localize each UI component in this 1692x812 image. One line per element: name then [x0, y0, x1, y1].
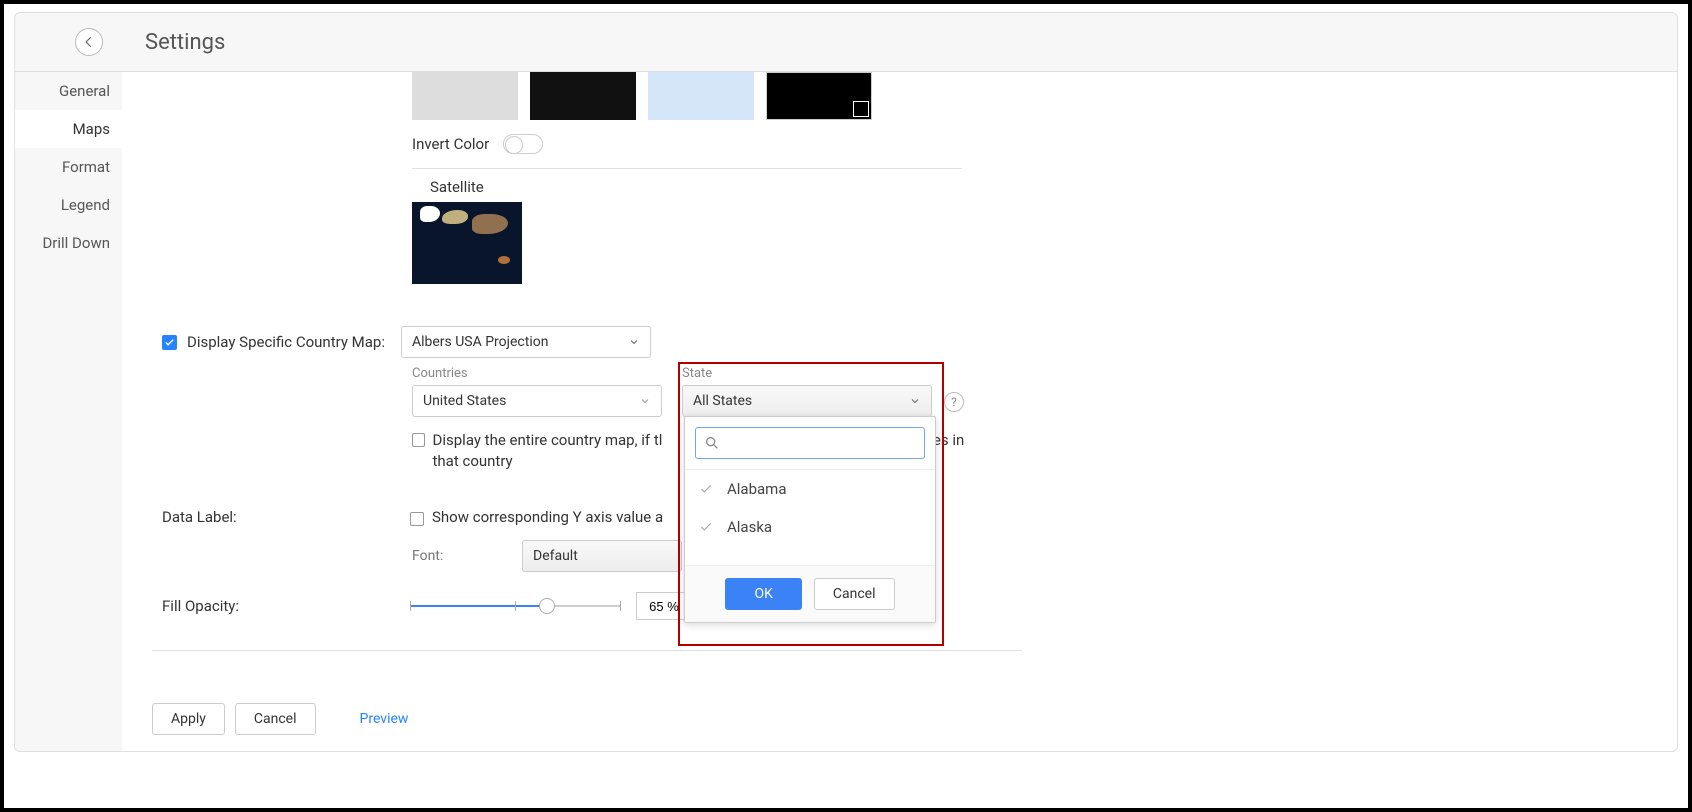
footer: Apply Cancel Preview	[152, 703, 426, 735]
countries-value: United States	[423, 393, 506, 409]
preview-link[interactable]: Preview	[342, 703, 427, 735]
font-value: Default	[533, 548, 578, 564]
divider	[152, 650, 1022, 651]
sidebar-item-maps[interactable]: Maps	[15, 110, 122, 148]
sidebar-item-legend[interactable]: Legend	[15, 186, 122, 224]
show-y-axis-label: Show corresponding Y axis value a	[432, 508, 663, 526]
state-dropdown: Alabama Alaska OK Cancel	[684, 416, 936, 623]
fill-opacity-title: Fill Opacity:	[162, 597, 410, 615]
data-label-title: Data Label:	[162, 508, 410, 526]
satellite-thumbnail[interactable]	[412, 202, 522, 284]
chevron-down-icon	[628, 336, 640, 348]
chevron-down-icon	[639, 395, 651, 407]
sidebar-item-format[interactable]: Format	[15, 148, 122, 186]
header: Settings	[14, 12, 1678, 72]
state-option-alaska[interactable]: Alaska	[685, 508, 935, 546]
dropdown-cancel-button[interactable]: Cancel	[814, 578, 895, 610]
theme-light-gray[interactable]	[412, 72, 518, 120]
search-icon	[704, 435, 720, 451]
show-y-axis-checkbox[interactable]	[410, 512, 424, 526]
invert-color-toggle[interactable]	[503, 134, 543, 154]
fill-opacity-slider[interactable]	[410, 596, 620, 616]
countries-label: Countries	[412, 366, 662, 381]
font-select[interactable]: Default	[522, 540, 682, 572]
state-label: State	[682, 366, 932, 381]
sidebar-item-general[interactable]: General	[15, 72, 122, 110]
help-icon[interactable]: ?	[944, 392, 964, 412]
state-value: All States	[693, 393, 752, 409]
theme-thumbnails	[412, 72, 872, 120]
state-option-label: Alabama	[727, 480, 787, 498]
satellite-block: Satellite	[412, 178, 522, 284]
state-option-alabama[interactable]: Alabama	[685, 470, 935, 508]
state-option-list[interactable]: Alabama Alaska	[685, 469, 935, 565]
display-specific-country-row: Display Specific Country Map: Albers USA…	[162, 326, 651, 358]
data-label-row: Data Label: Show corresponding Y axis va…	[162, 508, 663, 526]
satellite-label: Satellite	[430, 178, 522, 196]
back-button[interactable]	[75, 28, 103, 56]
page-title: Settings	[145, 30, 225, 55]
fill-opacity-row: Fill Opacity:	[162, 592, 692, 620]
projection-value: Albers USA Projection	[412, 334, 549, 350]
chevron-down-icon	[909, 395, 921, 407]
theme-blue[interactable]	[648, 72, 754, 120]
font-row: Font: Default	[412, 540, 682, 572]
dropdown-ok-button[interactable]: OK	[725, 578, 801, 610]
theme-black[interactable]	[766, 72, 872, 120]
state-option-label: Alaska	[727, 518, 772, 536]
state-block: State All States	[682, 366, 932, 417]
check-icon	[699, 520, 713, 534]
check-icon	[699, 482, 713, 496]
sidebar: General Maps Format Legend Drill Down	[14, 72, 122, 752]
apply-button[interactable]: Apply	[152, 703, 225, 735]
state-search-input[interactable]	[695, 427, 925, 459]
font-label: Font:	[412, 548, 504, 564]
display-specific-country-checkbox[interactable]	[162, 335, 177, 350]
main-panel: Invert Color Satellite Display Specific …	[122, 72, 1678, 752]
dropdown-footer: OK Cancel	[685, 565, 935, 622]
check-icon	[164, 337, 175, 348]
theme-dark[interactable]	[530, 72, 636, 120]
invert-color-row: Invert Color	[412, 134, 962, 169]
sidebar-item-drilldown[interactable]: Drill Down	[15, 224, 122, 262]
state-select[interactable]: All States	[682, 385, 932, 417]
countries-select[interactable]: United States	[412, 385, 662, 417]
display-entire-country-checkbox[interactable]	[412, 433, 425, 447]
invert-color-label: Invert Color	[412, 135, 489, 153]
chevron-left-icon	[82, 35, 96, 49]
countries-block: Countries United States	[412, 366, 662, 417]
projection-select[interactable]: Albers USA Projection	[401, 326, 651, 358]
cancel-button[interactable]: Cancel	[235, 703, 316, 735]
display-specific-country-label: Display Specific Country Map:	[187, 333, 385, 351]
